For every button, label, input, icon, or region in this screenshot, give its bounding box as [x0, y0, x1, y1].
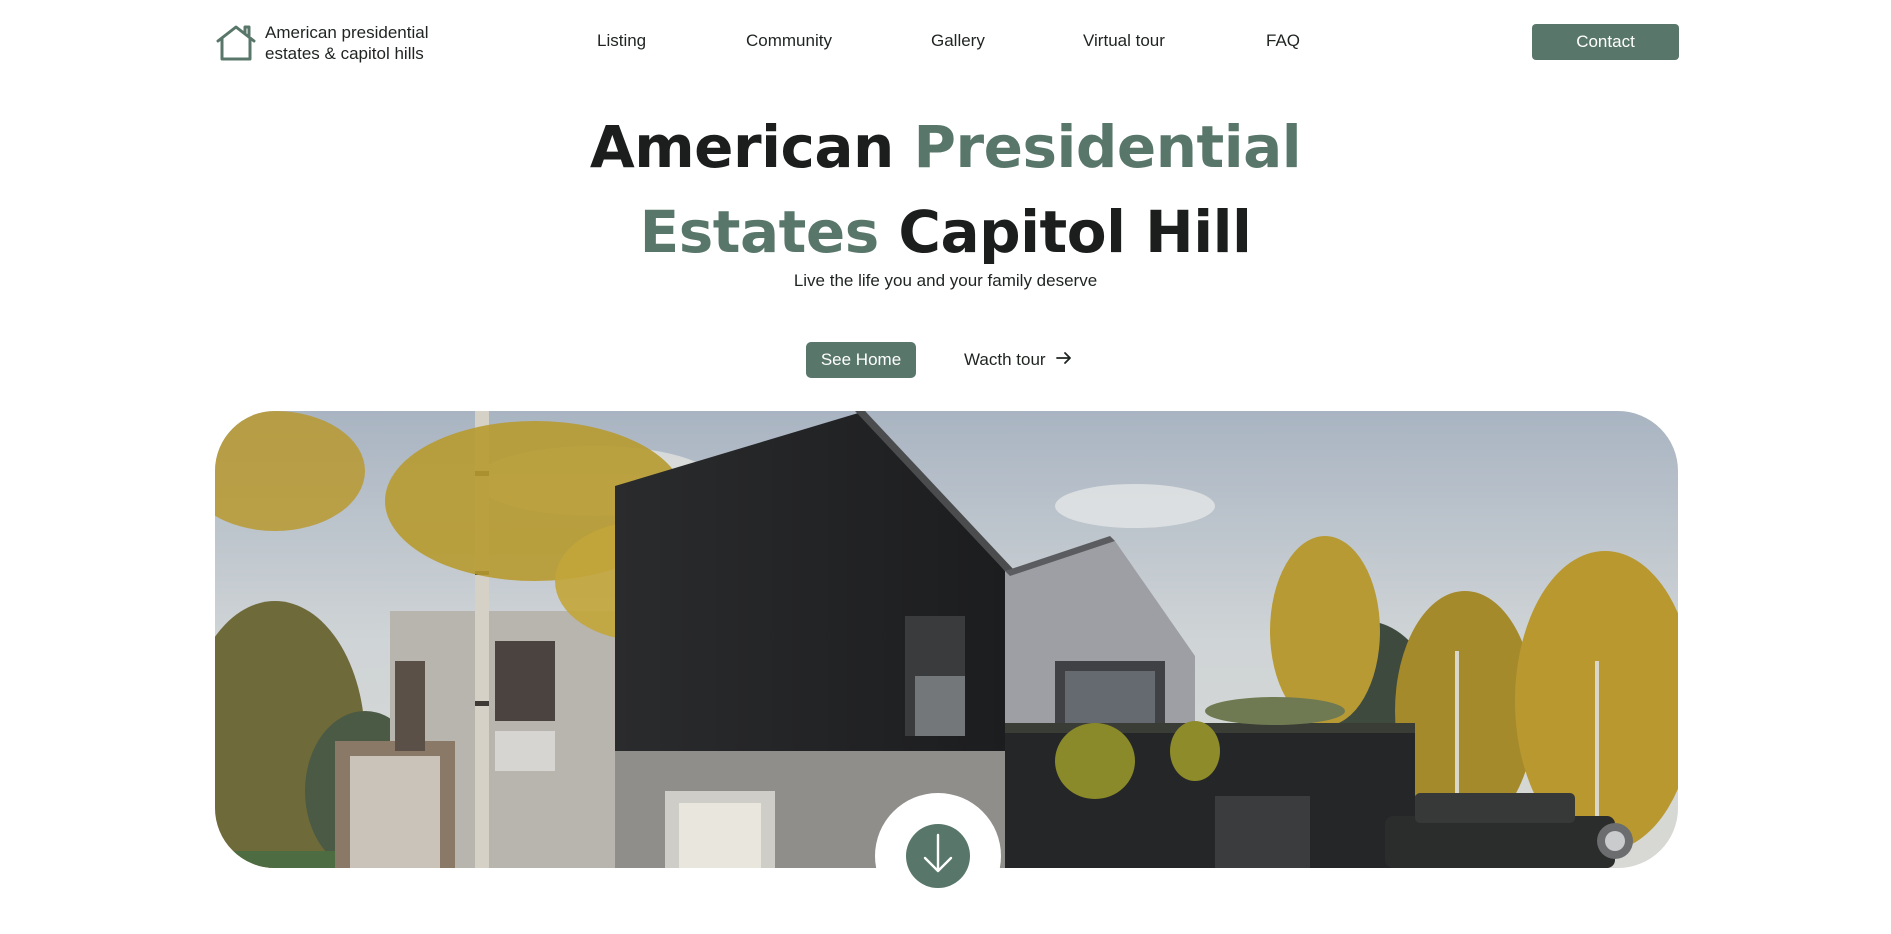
nav-link-listing[interactable]: Listing [597, 31, 646, 51]
scroll-down-button[interactable] [875, 793, 1001, 919]
contact-button[interactable]: Contact [1532, 24, 1679, 60]
hero-title-american: American [589, 113, 894, 181]
hero-title-presidential: Presidential [913, 113, 1302, 181]
hero-subtitle: Live the life you and your family deserv… [793, 271, 1098, 290]
arrow-right-icon [1055, 350, 1073, 371]
scroll-down-inner [906, 824, 970, 888]
arrow-down-icon [921, 831, 955, 882]
hero-title-estates: Estates [639, 198, 880, 266]
see-home-button[interactable]: See Home [806, 342, 916, 378]
watch-tour-link[interactable]: Wacth tour [964, 348, 1073, 372]
nav-link-virtual-tour[interactable]: Virtual tour [1083, 31, 1165, 51]
watch-tour-label: Wacth tour [964, 350, 1046, 369]
top-navigation: American presidential estates & capitol … [0, 0, 1891, 84]
hero-title: American Presidential Estates Capitol Hi… [0, 105, 1891, 275]
nav-link-gallery[interactable]: Gallery [931, 31, 985, 51]
hero-cta-row: See Home Wacth tour [0, 342, 1891, 378]
nav-link-community[interactable]: Community [746, 31, 832, 51]
hero-title-capitol-hill: Capitol Hill [898, 198, 1252, 266]
nav-link-faq[interactable]: FAQ [1266, 31, 1300, 51]
